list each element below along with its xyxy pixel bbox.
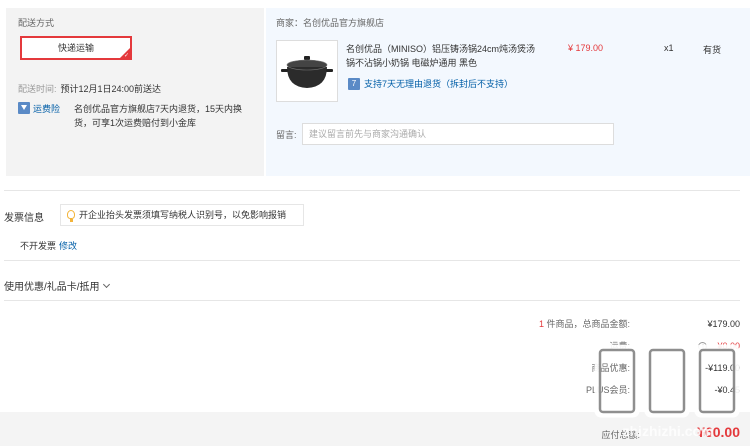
lightbulb-icon — [67, 210, 75, 222]
shipping-method-button[interactable]: 快递运输 ✓ — [20, 36, 132, 60]
message-input[interactable] — [302, 123, 614, 145]
freight-insurance-text: 名创优品官方旗舰店7天内退货，15天内换货，可享1次运费赔付到小金库 — [74, 104, 243, 128]
delivery-time-label: 配送时间: — [18, 84, 57, 94]
summary-total-value: ¥179.00 — [707, 319, 740, 329]
invoice-tip-text: 开企业抬头发票须填写纳税人识别号，以免影响报销 — [79, 210, 287, 220]
check-icon: ✓ — [123, 53, 129, 59]
invoice-tip: 开企业抬头发票须填写纳税人识别号，以免影响报销 — [60, 204, 304, 226]
item-count-suffix: 件商品，总商品金额: — [546, 319, 630, 329]
product-quantity: x1 — [664, 43, 674, 53]
divider — [4, 190, 740, 191]
freight-value: ¥0.00 — [717, 341, 740, 351]
freight-value-wrap: i ¥0.00 — [698, 339, 740, 353]
summary-total-label: 1 件商品，总商品金额: — [539, 317, 630, 331]
invoice-title: 发票信息 — [4, 213, 44, 224]
discount-title: 使用优惠/礼品卡/抵用 — [4, 282, 100, 293]
shipping-method-label: 快递运输 — [57, 43, 94, 53]
delivery-time-value: 预计12月1日24:00前送达 — [60, 84, 162, 94]
delivery-time-row: 配送时间: 预计12月1日24:00前送达 — [18, 82, 161, 95]
product-panel: 商家：名创优品官方旗舰店 名创优品（MINISO）铝压铸汤锅24cm炖汤煲汤锅不… — [266, 8, 750, 176]
shield-icon — [18, 102, 30, 114]
return-policy-text: 支持7天无理由退货（拆封后不支持） — [364, 79, 514, 89]
promo-label: 商品优惠: — [591, 363, 630, 373]
shipping-panel: 配送方式 快递运输 ✓ 配送时间: 预计12月1日24:00前送达 运费险 名创优… — [6, 8, 264, 176]
divider — [4, 260, 740, 261]
product-price: ¥ 179.00 — [568, 43, 604, 53]
summary-freight-row: 运费: i ¥0.00 — [340, 339, 740, 353]
plus-value: -¥0.45 — [714, 385, 740, 395]
freight-insurance-link[interactable]: 运费险 — [33, 102, 60, 115]
summary-plus-row: PLUS会员: -¥0.45 — [340, 383, 740, 397]
product-stock: 有货 — [703, 45, 722, 55]
invoice-edit-link[interactable]: 修改 — [59, 239, 77, 252]
product-image[interactable] — [276, 40, 338, 102]
store-name: 商家：名创优品官方旗舰店 — [276, 18, 385, 28]
discount-toggle[interactable]: 使用优惠/礼品卡/抵用 — [4, 278, 110, 293]
payable-label: 应付总额: — [601, 430, 640, 440]
payable-bar: 应付总额: ¥60.00 — [0, 412, 750, 446]
freight-label: 运费: — [609, 341, 630, 351]
message-label: 留言: — [276, 130, 297, 140]
plus-label: PLUS会员: — [585, 385, 630, 395]
item-count: 1 — [538, 319, 544, 329]
shipping-title: 配送方式 — [18, 18, 55, 28]
seven-day-return-icon: 7 — [348, 78, 360, 90]
divider — [4, 300, 740, 301]
promo-value: -¥119.00 — [705, 363, 740, 373]
payable-value: ¥60.00 — [697, 424, 740, 440]
chevron-down-icon — [102, 280, 110, 289]
summary-promo-row: 商品优惠: -¥119.00 — [340, 361, 740, 375]
summary-total-row: 1 件商品，总商品金额: ¥179.00 — [340, 317, 740, 331]
invoice-value: 不开发票 — [20, 241, 57, 251]
info-icon[interactable]: i — [698, 342, 708, 352]
pot-icon — [281, 56, 333, 88]
product-title[interactable]: 名创优品（MINISO）铝压铸汤锅24cm炖汤煲汤锅不沾锅小奶锅 电磁炉通用 黑… — [346, 42, 536, 70]
